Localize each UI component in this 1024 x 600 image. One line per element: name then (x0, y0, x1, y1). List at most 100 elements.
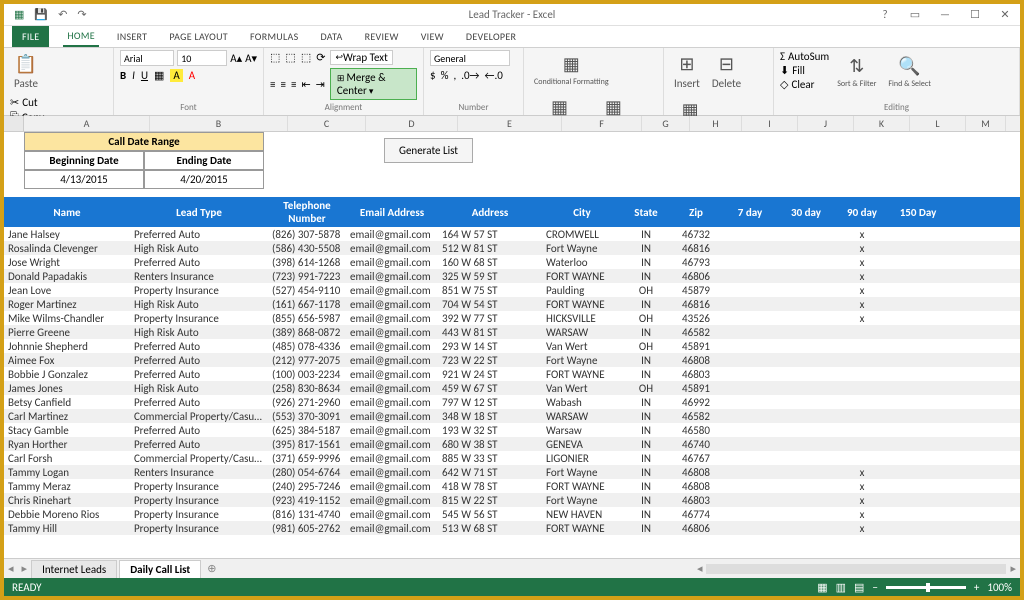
align-right-icon[interactable]: ≡ (291, 78, 296, 91)
cell[interactable]: email@gmail.com (346, 466, 438, 479)
zoom-slider[interactable] (886, 586, 966, 589)
cell[interactable]: Rosalinda Clevenger (4, 242, 130, 255)
cell[interactable]: 459 W 67 ST (438, 382, 542, 395)
cell[interactable]: 418 W 78 ST (438, 480, 542, 493)
cell[interactable]: (923) 419-1152 (268, 494, 346, 507)
cell[interactable]: Preferred Auto (130, 396, 268, 409)
cell[interactable]: IN (622, 326, 670, 339)
cell[interactable]: (212) 977-2075 (268, 354, 346, 367)
align-bottom-icon[interactable]: ⬚ (301, 51, 311, 64)
cell[interactable]: Chris Rinehart (4, 494, 130, 507)
cell[interactable]: x (834, 242, 890, 255)
cell[interactable]: James Jones (4, 382, 130, 395)
cell[interactable]: (625) 384-5187 (268, 424, 346, 437)
cell[interactable]: email@gmail.com (346, 508, 438, 521)
cell[interactable]: Ryan Horther (4, 438, 130, 451)
cell[interactable]: Warsaw (542, 424, 622, 437)
col-email[interactable]: Email Address (346, 204, 438, 221)
cell[interactable]: IN (622, 410, 670, 423)
cell[interactable]: 46582 (670, 326, 722, 339)
cell[interactable]: (398) 614-1268 (268, 256, 346, 269)
cell[interactable]: 680 W 38 ST (438, 438, 542, 451)
table-row[interactable]: Roger MartinezHigh Risk Auto(161) 667-11… (4, 297, 1020, 311)
column-header[interactable]: F (562, 116, 642, 131)
cell[interactable]: Commercial Property/Casualty (130, 452, 268, 465)
cell[interactable]: Pierre Greene (4, 326, 130, 339)
cell[interactable]: (855) 656-5987 (268, 312, 346, 325)
increase-indent-icon[interactable]: ⇥ (316, 78, 325, 91)
cell[interactable]: email@gmail.com (346, 256, 438, 269)
cell[interactable]: 46806 (670, 270, 722, 283)
cell[interactable]: 164 W 57 ST (438, 228, 542, 241)
table-row[interactable]: Bobbie J GonzalezPreferred Auto(100) 003… (4, 367, 1020, 381)
cell[interactable]: LIGONIER (542, 452, 622, 465)
currency-icon[interactable]: $ (430, 69, 436, 82)
cell[interactable]: 45891 (670, 382, 722, 395)
column-header[interactable]: I (742, 116, 798, 131)
cell[interactable]: Aimee Fox (4, 354, 130, 367)
cell[interactable]: (723) 991-7223 (268, 270, 346, 283)
cell[interactable]: email@gmail.com (346, 382, 438, 395)
cell[interactable]: Van Wert (542, 340, 622, 353)
cell[interactable]: WARSAW (542, 410, 622, 423)
cell[interactable]: x (834, 508, 890, 521)
tab-home[interactable]: HOME (63, 26, 98, 47)
column-header[interactable]: L (910, 116, 966, 131)
sheet-tab-internet-leads[interactable]: Internet Leads (31, 560, 117, 578)
cell[interactable]: (280) 054-6764 (268, 466, 346, 479)
cell[interactable]: 723 W 22 ST (438, 354, 542, 367)
col-30day[interactable]: 30 day (778, 204, 834, 221)
tab-review[interactable]: REVIEW (361, 27, 403, 46)
cell[interactable]: 46582 (670, 410, 722, 423)
cell[interactable]: 325 W 59 ST (438, 270, 542, 283)
cell[interactable]: x (834, 494, 890, 507)
cell[interactable]: (816) 131-4740 (268, 508, 346, 521)
paste-button[interactable]: 📋Paste (10, 50, 42, 92)
cell[interactable]: Property Insurance (130, 522, 268, 535)
zoom-level[interactable]: 100% (987, 581, 1012, 594)
align-top-icon[interactable]: ⬚ (270, 51, 280, 64)
horizontal-scrollbar[interactable] (706, 564, 1006, 574)
table-row[interactable]: Jose WrightPreferred Auto(398) 614-1268e… (4, 255, 1020, 269)
col-7day[interactable]: 7 day (722, 204, 778, 221)
cell[interactable]: email@gmail.com (346, 340, 438, 353)
align-left-icon[interactable]: ≡ (270, 78, 275, 91)
cell[interactable]: 46740 (670, 438, 722, 451)
cell[interactable]: x (834, 284, 890, 297)
cell[interactable]: 45891 (670, 340, 722, 353)
cell[interactable]: 46732 (670, 228, 722, 241)
column-header[interactable]: G (642, 116, 690, 131)
cell[interactable]: High Risk Auto (130, 382, 268, 395)
cell[interactable]: CROMWELL (542, 228, 622, 241)
cell[interactable]: (926) 271-2960 (268, 396, 346, 409)
cell[interactable]: Roger Martinez (4, 298, 130, 311)
cell[interactable]: email@gmail.com (346, 354, 438, 367)
col-lead-type[interactable]: Lead Type (130, 204, 268, 221)
cell[interactable]: FORT WAYNE (542, 522, 622, 535)
comma-icon[interactable]: , (453, 69, 456, 82)
col-name[interactable]: Name (4, 204, 130, 221)
cell[interactable]: IN (622, 396, 670, 409)
cell[interactable]: x (834, 522, 890, 535)
cell[interactable]: 885 W 33 ST (438, 452, 542, 465)
cell[interactable]: Fort Wayne (542, 466, 622, 479)
cell[interactable]: 46992 (670, 396, 722, 409)
cell[interactable]: FORT WAYNE (542, 480, 622, 493)
col-150day[interactable]: 150 Day (890, 204, 946, 221)
cell[interactable]: 46774 (670, 508, 722, 521)
sheet-tab-daily-call-list[interactable]: Daily Call List (119, 560, 201, 578)
table-row[interactable]: Tammy LoganRenters Insurance(280) 054-67… (4, 465, 1020, 479)
cell[interactable]: x (834, 312, 890, 325)
cell[interactable]: 46580 (670, 424, 722, 437)
cell[interactable]: Stacy Gamble (4, 424, 130, 437)
cell[interactable]: Betsy Canfield (4, 396, 130, 409)
cell[interactable]: 46793 (670, 256, 722, 269)
cell[interactable]: OH (622, 284, 670, 297)
cell[interactable]: 642 W 71 ST (438, 466, 542, 479)
col-90day[interactable]: 90 day (834, 204, 890, 221)
cell[interactable]: Fort Wayne (542, 354, 622, 367)
cell[interactable]: 46808 (670, 354, 722, 367)
cell[interactable]: 46816 (670, 242, 722, 255)
sort-filter-button[interactable]: ⇅Sort & Filter (833, 52, 880, 91)
undo-icon[interactable]: ↶ (58, 8, 67, 21)
